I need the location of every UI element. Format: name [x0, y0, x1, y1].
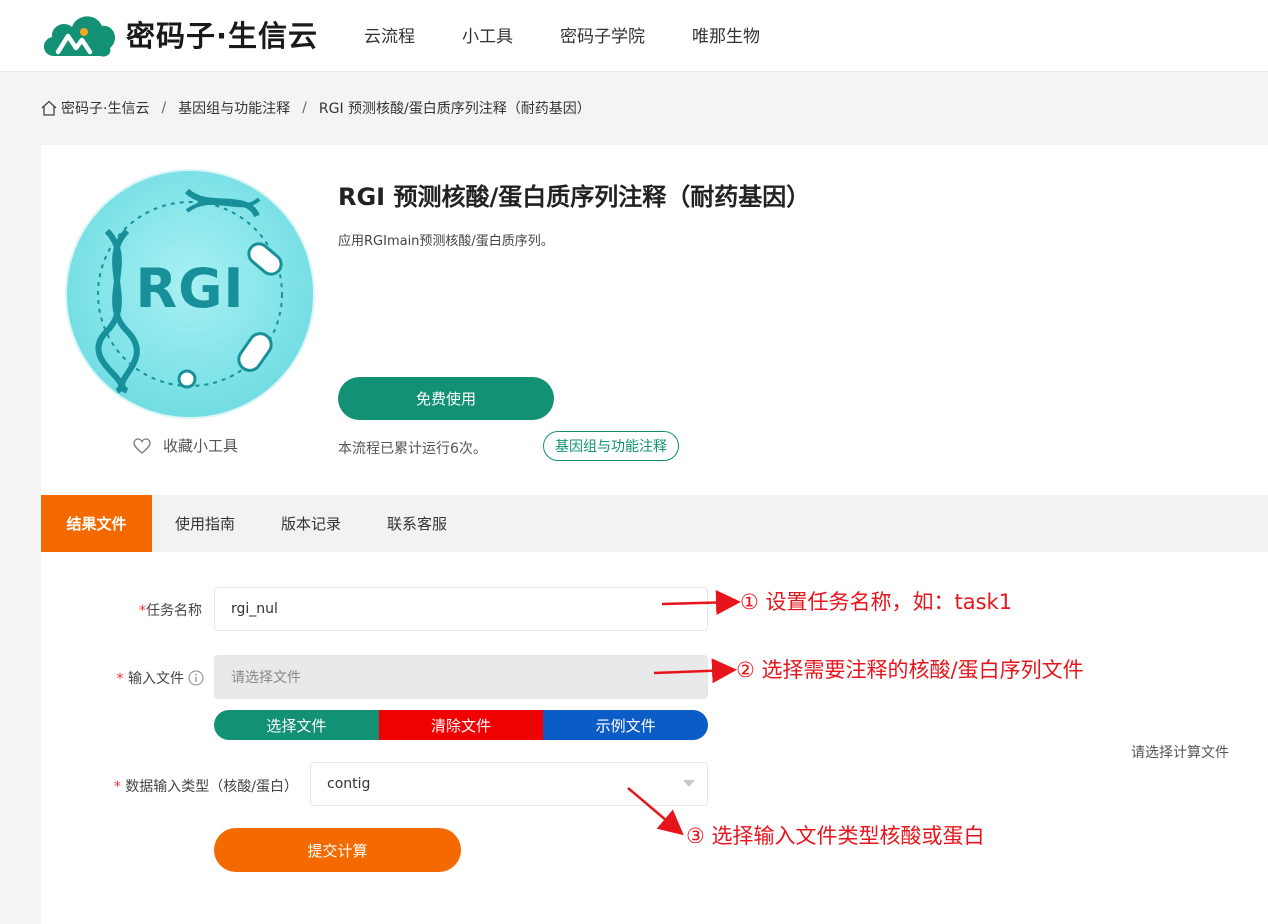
tab-bar: 结果文件 使用指南 版本记录 联系客服 [41, 495, 1268, 552]
tool-logo-text: RGI [135, 257, 245, 320]
task-name-label: *任务名称 [139, 603, 202, 619]
input-file-field[interactable]: 请选择文件 [214, 655, 708, 699]
breadcrumb-current: RGI 预测核酸/蛋白质序列注释（耐药基因） [318, 101, 591, 117]
input-file-label: * 输入文件 [90, 668, 204, 688]
run-count: 本流程已累计运行6次。 [338, 441, 487, 457]
favorite-button[interactable]: 收藏小工具 [133, 435, 238, 456]
favorite-label: 收藏小工具 [163, 437, 239, 455]
nav-item-workflows[interactable]: 云流程 [364, 22, 415, 47]
breadcrumb-separator: / [302, 100, 307, 116]
submit-button[interactable]: 提交计算 [214, 828, 461, 872]
data-type-label: * 数据输入类型（核酸/蛋白） [113, 779, 298, 795]
breadcrumb: 密码子·生信云 / 基因组与功能注释 / RGI 预测核酸/蛋白质序列注释（耐药… [40, 98, 591, 118]
chevron-down-icon [683, 780, 695, 787]
cloud-logo-icon [43, 16, 116, 57]
annotation-step-1: ① 设置任务名称，如：task1 [740, 590, 1013, 614]
breadcrumb-separator: / [161, 100, 167, 116]
tab-support[interactable]: 联系客服 [364, 495, 470, 552]
site-logo[interactable]: 密码子·生信云 [40, 6, 318, 62]
task-name-input[interactable]: rgi_nul [214, 587, 708, 631]
nav-item-tools[interactable]: 小工具 [462, 22, 513, 47]
brand-name: 密码子·生信云 [126, 19, 319, 53]
tool-card: RGI 收藏小工具 RGI 预测核酸/蛋白质序列注释（耐药基因） 应用RGIma… [41, 145, 1268, 924]
annotation-step-2: ② 选择需要注释的核酸/蛋白序列文件 [736, 658, 1084, 682]
file-button-group: 选择文件 清除文件 示例文件 [214, 710, 708, 740]
main-nav: 云流程 小工具 密码子学院 唯那生物 [364, 22, 807, 47]
data-type-select[interactable]: contig [310, 762, 708, 806]
tool-logo: RGI [65, 169, 315, 419]
top-header: 密码子·生信云 云流程 小工具 密码子学院 唯那生物 [0, 0, 1268, 72]
clear-file-button[interactable]: 清除文件 [378, 710, 544, 740]
category-tag[interactable]: 基因组与功能注释 [543, 431, 679, 461]
home-icon[interactable] [40, 99, 58, 117]
nav-item-weina[interactable]: 唯那生物 [692, 22, 760, 47]
info-icon[interactable] [188, 670, 204, 686]
page-title: RGI 预测核酸/蛋白质序列注释（耐药基因） [338, 183, 811, 211]
breadcrumb-home[interactable]: 密码子·生信云 [61, 98, 149, 118]
tab-versions[interactable]: 版本记录 [258, 495, 364, 552]
select-file-button[interactable]: 选择文件 [214, 710, 379, 740]
example-file-button[interactable]: 示例文件 [543, 710, 708, 740]
calc-file-hint: 请选择计算文件 [1131, 745, 1229, 761]
tab-guide[interactable]: 使用指南 [152, 495, 258, 552]
free-use-button[interactable]: 免费使用 [338, 377, 554, 420]
tool-description: 应用RGImain预测核酸/蛋白质序列。 [338, 234, 554, 249]
tab-results[interactable]: 结果文件 [41, 495, 152, 552]
annotation-step-3: ③ 选择输入文件类型核酸或蛋白 [686, 824, 985, 848]
breadcrumb-category[interactable]: 基因组与功能注释 [178, 98, 290, 118]
heart-icon [133, 437, 151, 454]
data-type-value: contig [327, 776, 371, 792]
nav-item-academy[interactable]: 密码子学院 [560, 22, 645, 47]
